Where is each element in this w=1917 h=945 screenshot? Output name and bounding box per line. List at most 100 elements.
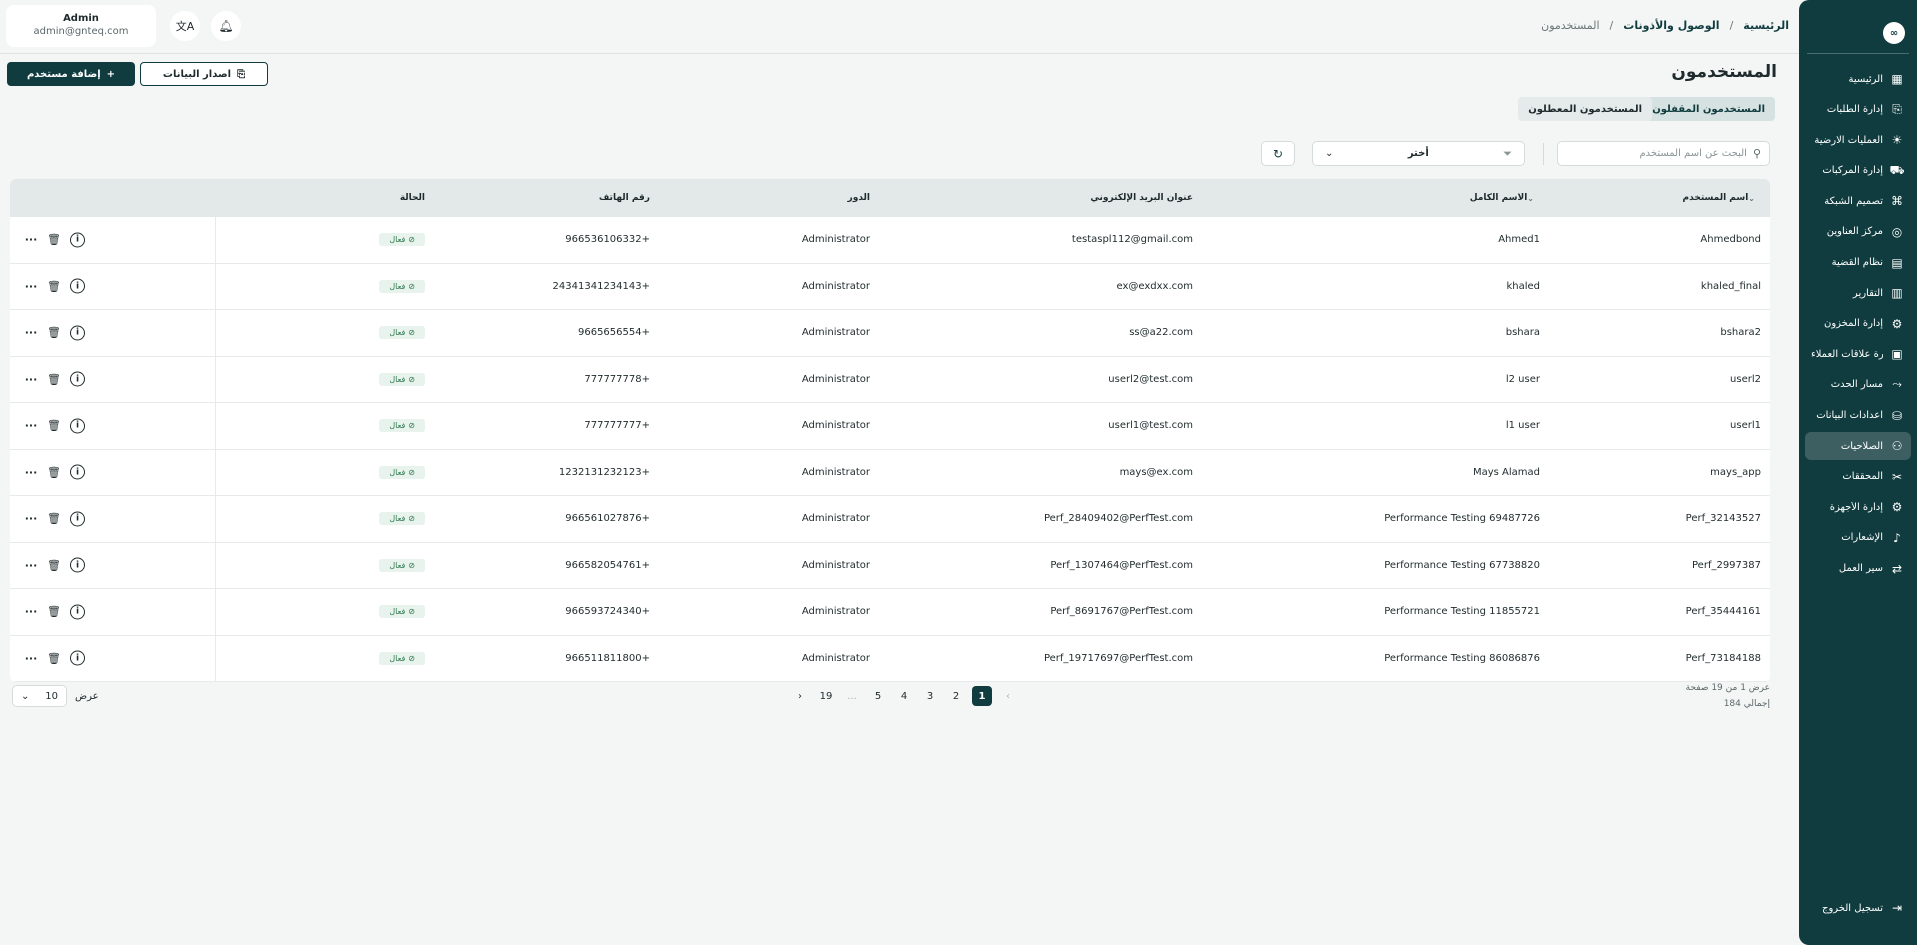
sidebar-item-inventory[interactable]: ⚙ إدارة المخزون: [1805, 310, 1911, 338]
role-filter-select[interactable]: ⏷ أختر ⌄: [1312, 141, 1525, 166]
per-page-select[interactable]: ⌄ 10: [12, 685, 67, 707]
delete-button[interactable]: 🗑︎: [45, 417, 63, 435]
info-button[interactable]: i: [70, 464, 85, 480]
page-button-5[interactable]: 5: [868, 686, 888, 706]
info-button[interactable]: i: [70, 511, 85, 527]
cell-full-name: Mays Alamad: [1472, 466, 1540, 478]
info-button[interactable]: i: [70, 418, 85, 434]
table-row[interactable]: mays_app Mays Alamad mays@ex.com Administra…: [10, 449, 1770, 496]
next-page-button[interactable]: ›: [790, 686, 810, 706]
cell-email: Perf_19717697@PerfTest.com: [1043, 652, 1193, 664]
table-row[interactable]: bshara2 bshara ss@a22.com Administrator 9665…: [10, 310, 1770, 357]
table-row[interactable]: khaled_final khaled ex@exdxx.com Administra…: [10, 263, 1770, 310]
more-options-button[interactable]: ···: [22, 324, 40, 342]
table-row[interactable]: Perf_73184188 Performance Testing 8608687…: [10, 635, 1770, 682]
add-user-button[interactable]: + إضافة مستخدم: [7, 62, 135, 86]
cell-full-name: Performance Testing 69487726: [1384, 513, 1540, 525]
user-profile[interactable]: Admin admin@gnteq.com: [6, 5, 156, 47]
sidebar-item-route[interactable]: ⤳ مسار الحدث: [1805, 371, 1911, 399]
sidebar-item-dashboard[interactable]: ▦ الرئيسية: [1805, 65, 1911, 93]
sidebar-item-truck[interactable]: ⛟ إدارة المركبات: [1805, 157, 1911, 185]
logout-button[interactable]: ⇥ تسجيل الخروج: [1807, 897, 1905, 919]
info-button[interactable]: i: [70, 650, 85, 666]
sidebar-item-bell[interactable]: ♪ الإشعارات: [1805, 524, 1911, 552]
more-options-button[interactable]: ···: [22, 649, 40, 667]
app-logo[interactable]: ∞: [1883, 22, 1905, 44]
sidebar-item-label: المحققات: [1842, 471, 1883, 483]
more-options-button[interactable]: ···: [22, 463, 40, 481]
sidebar-item-orders[interactable]: ⎘ إدارة الطلبات: [1805, 96, 1911, 124]
profile-email: admin@gnteq.com: [33, 26, 129, 37]
more-options-button[interactable]: ···: [22, 556, 40, 574]
info-button[interactable]: i: [70, 325, 85, 341]
table-row[interactable]: Perf_35444161 Performance Testing 1185572…: [10, 589, 1770, 636]
page-button-2[interactable]: 2: [946, 686, 966, 706]
sidebar-item-location[interactable]: ◎ مركز العناوين: [1805, 218, 1911, 246]
delete-button[interactable]: 🗑︎: [45, 463, 63, 481]
cell-status: ⊘ فعال: [379, 496, 425, 542]
sidebar-item-reports[interactable]: ▥ التقارير: [1805, 279, 1911, 307]
delete-button[interactable]: 🗑︎: [45, 231, 63, 249]
more-options-button[interactable]: ···: [22, 603, 40, 621]
tab-locked-users[interactable]: المستخدمون المقفلون: [1642, 97, 1775, 121]
more-options-button[interactable]: ···: [22, 510, 40, 528]
sidebar-item-network[interactable]: ⌘ تصميم الشبكة: [1805, 187, 1911, 215]
users-icon: ⚇: [1891, 439, 1903, 454]
delete-button[interactable]: 🗑︎: [45, 324, 63, 342]
delete-button[interactable]: 🗑︎: [45, 370, 63, 388]
info-button[interactable]: i: [70, 371, 85, 387]
status-text: فعال: [389, 281, 406, 291]
sidebar-item-database[interactable]: ⛁ اعدادات البيانات: [1805, 402, 1911, 430]
header-username[interactable]: اسم المستخدم ⌄: [1683, 179, 1761, 217]
language-button[interactable]: 文A: [170, 11, 200, 41]
ground-ops-icon: ☀: [1891, 133, 1903, 148]
reports-icon: ▥: [1891, 286, 1903, 301]
page-button-4[interactable]: 4: [894, 686, 914, 706]
page-button-3[interactable]: 3: [920, 686, 940, 706]
sidebar-item-workflow[interactable]: ⇄ سير العمل: [1805, 555, 1911, 583]
page-button-1[interactable]: 1: [972, 686, 992, 706]
notifications-button[interactable]: 🔔︎: [211, 11, 241, 41]
table-row[interactable]: Perf_2997387 Performance Testing 67738820…: [10, 542, 1770, 589]
table-row[interactable]: Ahmedbond Ahmed1 testaspl112@gmail.com Admi…: [10, 217, 1770, 264]
table-row[interactable]: userl1 l1 user userl1@test.com Administrato…: [10, 403, 1770, 450]
sidebar-item-case[interactable]: ▤ نظام القضية: [1805, 249, 1911, 277]
breadcrumb-separator: /: [1609, 19, 1614, 32]
cell-username: Perf_32143527: [1685, 513, 1761, 525]
breadcrumb-home[interactable]: الرئيسية: [1743, 19, 1789, 32]
sidebar-item-tools[interactable]: ✂ المحققات: [1805, 463, 1911, 491]
more-options-button[interactable]: ···: [22, 417, 40, 435]
info-button[interactable]: i: [70, 557, 85, 573]
cell-phone: 966536106332+: [565, 234, 650, 246]
more-options-button[interactable]: ···: [22, 277, 40, 295]
page-button-19[interactable]: 19: [816, 686, 836, 706]
sidebar-item-crm[interactable]: ▣ إدارة علاقات العملاء: [1805, 340, 1911, 368]
previous-page-button[interactable]: ‹: [998, 686, 1018, 706]
search-input[interactable]: [1571, 148, 1747, 159]
delete-button[interactable]: 🗑︎: [45, 556, 63, 574]
table-row[interactable]: Perf_32143527 Performance Testing 6948772…: [10, 496, 1770, 543]
refresh-button[interactable]: ↻: [1261, 141, 1295, 166]
delete-button[interactable]: 🗑︎: [45, 510, 63, 528]
sidebar-item-ground-ops[interactable]: ☀ العمليات الارضية: [1805, 126, 1911, 154]
delete-button[interactable]: 🗑︎: [45, 277, 63, 295]
delete-button[interactable]: 🗑︎: [45, 603, 63, 621]
table-row[interactable]: userl2 l2 user userl2@test.com Administrato…: [10, 356, 1770, 403]
cell-phone: 966561027876+: [565, 513, 650, 525]
sidebar-item-device[interactable]: ⚙ إدارة الأجهزة: [1805, 493, 1911, 521]
cell-role: Administrator: [801, 420, 870, 432]
header-full-name[interactable]: الاسم الكامل ⌄: [1470, 179, 1540, 217]
sidebar-item-users[interactable]: ⚇ الصلاحيات: [1805, 432, 1911, 461]
info-button[interactable]: i: [70, 232, 85, 248]
logout-icon: ⇥: [1891, 901, 1903, 915]
cell-email: userl2@test.com: [1108, 373, 1193, 385]
info-button[interactable]: i: [70, 278, 85, 294]
more-options-button[interactable]: ···: [22, 231, 40, 249]
more-options-button[interactable]: ···: [22, 370, 40, 388]
sidebar-item-label: إدارة المركبات: [1822, 165, 1883, 177]
export-data-button[interactable]: ⎘ اصدار البيانات: [140, 62, 268, 86]
info-button[interactable]: i: [70, 604, 85, 620]
breadcrumb-section[interactable]: الوصول والأذونات: [1623, 19, 1719, 32]
delete-button[interactable]: 🗑︎: [45, 649, 63, 667]
tab-disabled-users[interactable]: المستخدمون المعطلون: [1518, 97, 1652, 121]
